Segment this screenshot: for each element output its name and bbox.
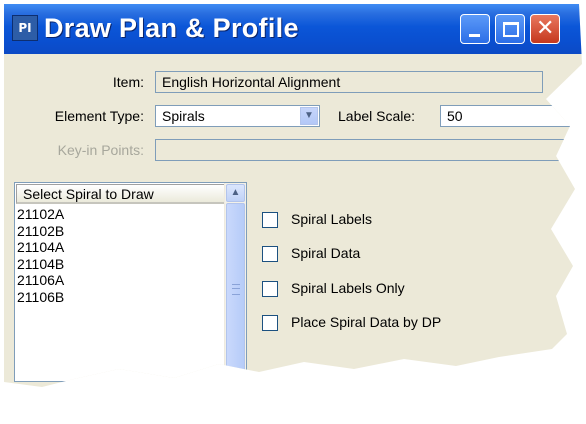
- close-icon: ✕: [536, 16, 555, 41]
- element-type-label: Element Type:: [54, 108, 144, 124]
- close-button[interactable]: ✕: [530, 14, 560, 44]
- maximize-icon: [503, 22, 519, 37]
- spiral-listbox[interactable]: Select Spiral to Draw 21102A 21102B 2110…: [14, 182, 247, 382]
- minimize-icon: [469, 34, 480, 37]
- label-scale-label: Label Scale:: [338, 108, 416, 124]
- draw-plan-profile-dialog: PI Draw Plan & Profile ✕ Item: English H…: [4, 4, 582, 387]
- list-item[interactable]: 21104B: [16, 256, 224, 273]
- title-bar[interactable]: PI Draw Plan & Profile ✕: [4, 4, 582, 54]
- list-item[interactable]: 21102A: [16, 206, 224, 223]
- list-item[interactable]: 21102B: [16, 223, 224, 240]
- place-spiral-data-by-dp-checkbox[interactable]: [262, 315, 278, 331]
- item-field: English Horizontal Alignment: [155, 71, 543, 93]
- spiral-labels-label[interactable]: Spiral Labels: [291, 211, 372, 227]
- spiral-data-checkbox[interactable]: [262, 246, 278, 262]
- maximize-button[interactable]: [495, 14, 525, 44]
- spiral-list: 21102A 21102B 21104A 21104B 21106A 21106…: [16, 206, 224, 305]
- list-item[interactable]: 21104A: [16, 239, 224, 256]
- spiral-labels-checkbox[interactable]: [262, 212, 278, 228]
- vertical-scrollbar[interactable]: ▲: [224, 183, 246, 381]
- minimize-button[interactable]: [460, 14, 490, 44]
- label-scale-input[interactable]: 50: [440, 105, 580, 127]
- list-item[interactable]: 21106A: [16, 272, 224, 289]
- scrollbar-thumb[interactable]: [226, 203, 245, 373]
- list-item[interactable]: 21106B: [16, 289, 224, 306]
- keyin-points-label: Key-in Points:: [57, 142, 144, 158]
- grip-icon: [232, 284, 240, 295]
- spiral-labels-only-label[interactable]: Spiral Labels Only: [291, 280, 405, 296]
- spiral-data-label[interactable]: Spiral Data: [291, 245, 360, 261]
- application-icon[interactable]: PI: [12, 15, 38, 41]
- keyin-points-input[interactable]: [155, 139, 582, 161]
- spiral-labels-only-checkbox[interactable]: [262, 281, 278, 297]
- element-type-dropdown[interactable]: Spirals ▼: [155, 105, 320, 127]
- item-label: Item:: [112, 74, 144, 90]
- window-title: Draw Plan & Profile: [44, 13, 299, 43]
- chevron-down-icon[interactable]: ▼: [300, 107, 318, 125]
- place-spiral-data-by-dp-label[interactable]: Place Spiral Data by DP: [291, 314, 441, 330]
- scroll-up-icon[interactable]: ▲: [226, 184, 245, 202]
- list-column-header[interactable]: Select Spiral to Draw: [16, 184, 225, 204]
- element-type-value: Spirals: [162, 108, 205, 124]
